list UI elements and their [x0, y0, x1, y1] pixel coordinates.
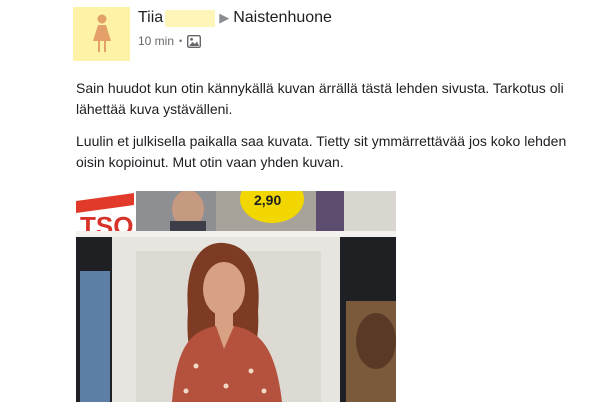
magazine-page-photo: TSO 2,90: [76, 191, 396, 402]
meta-separator: •: [179, 36, 183, 46]
author-name[interactable]: Tiia: [138, 9, 163, 27]
post-header: Tiia ▶ Naistenhuone: [138, 9, 332, 27]
post-paragraph-1: Sain huudot kun otin kännykällä kuvan är…: [76, 80, 564, 117]
redacted-surname: [165, 9, 216, 27]
post-photo[interactable]: TSO 2,90: [76, 191, 396, 402]
group-name-link[interactable]: Naistenhuone: [233, 9, 332, 27]
photo-text-price: 2,90: [254, 192, 281, 208]
post-paragraph-2: Luulin et julkisella paikalla saa kuvata…: [76, 133, 567, 170]
female-silhouette-icon: [92, 14, 111, 52]
post-timestamp[interactable]: 10 min: [138, 34, 174, 48]
author-avatar[interactable]: [73, 7, 130, 61]
post-meta: 10 min •: [138, 34, 202, 48]
right-triangle-icon: ▶: [219, 10, 230, 25]
photo-audience-icon[interactable]: [187, 34, 202, 48]
post-body: Sain huudot kun otin kännykällä kuvan är…: [76, 78, 596, 184]
